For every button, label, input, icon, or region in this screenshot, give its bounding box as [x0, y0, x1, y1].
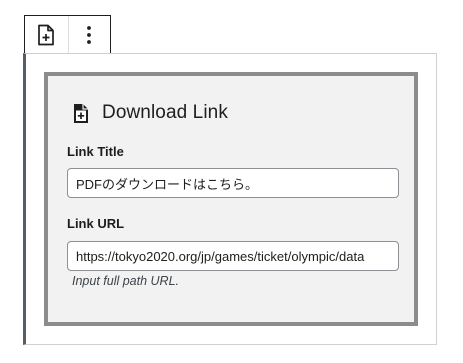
block-type-button[interactable] [25, 16, 68, 53]
file-plus-icon [36, 24, 56, 46]
link-url-input[interactable] [67, 241, 399, 271]
download-link-block: Download Link Link Title Link URL Input … [44, 72, 418, 326]
link-title-label: Link Title [67, 144, 124, 159]
more-vertical-icon [86, 25, 92, 45]
link-title-input[interactable] [67, 168, 399, 198]
block-toolbar [24, 15, 111, 53]
editor-canvas: Download Link Link Title Link URL Input … [0, 0, 463, 363]
link-url-label: Link URL [67, 216, 125, 231]
link-url-help-text: Input full path URL. [72, 274, 180, 288]
block-header: Download Link [72, 102, 228, 124]
block-title: Download Link [102, 102, 228, 123]
file-plus-icon [72, 103, 102, 124]
block-options-button[interactable] [67, 16, 111, 53]
